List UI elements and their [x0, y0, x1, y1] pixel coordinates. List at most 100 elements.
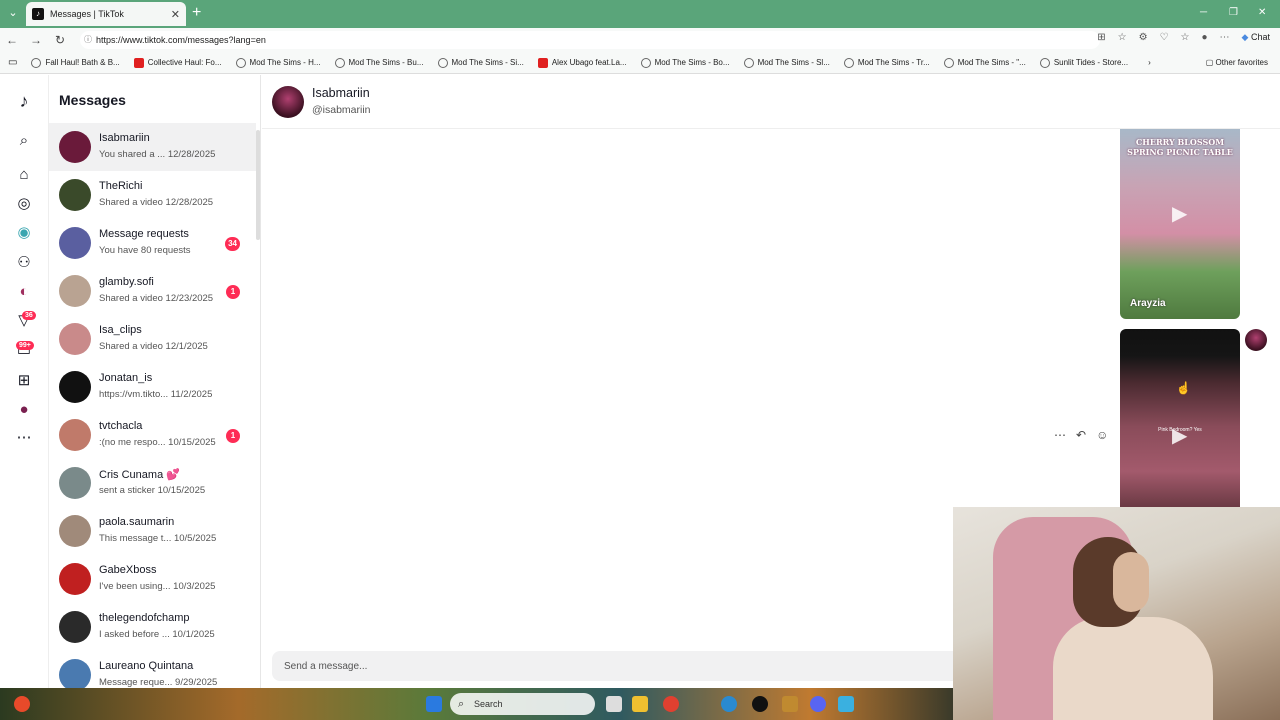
- new-tab-button[interactable]: +: [192, 5, 201, 21]
- url-field[interactable]: https://www.tiktok.com/messages?lang=en: [80, 31, 1100, 49]
- conversation-name: Message requests: [99, 228, 189, 240]
- conversation-name: paola.saumarin: [99, 516, 175, 528]
- unread-badge: 1: [226, 429, 240, 443]
- following-icon[interactable]: ⚇: [14, 253, 34, 273]
- weather-icon[interactable]: [14, 696, 30, 712]
- back-button[interactable]: ←: [0, 33, 24, 47]
- close-tab-icon[interactable]: ✕: [171, 8, 180, 21]
- obs-icon[interactable]: [752, 696, 768, 712]
- collections-icon[interactable]: ▭: [8, 57, 17, 68]
- live-icon[interactable]: ◉: [14, 223, 34, 243]
- avatar: [59, 467, 91, 499]
- profile-avatar-icon[interactable]: ●: [14, 400, 34, 420]
- refresh-button[interactable]: ↻: [48, 33, 72, 47]
- avatar: [59, 659, 91, 688]
- conversation-item[interactable]: glamby.sofi Shared a video 12/23/2025 1: [49, 267, 256, 315]
- conversation-item[interactable]: TheRichi Shared a video 12/28/2025: [49, 171, 256, 219]
- more-icon[interactable]: ⋯: [1220, 32, 1230, 43]
- conversation-item[interactable]: thelegendofchamp I asked before ... 10/1/…: [49, 603, 256, 651]
- youtube-icon: [133, 57, 144, 68]
- message-input-wrapper: [272, 651, 972, 681]
- minimize-button[interactable]: ─: [1200, 7, 1207, 18]
- messages-badge: 99+: [16, 341, 34, 350]
- webcam-overlay: [953, 507, 1280, 720]
- upload-icon[interactable]: ⊞: [14, 371, 34, 391]
- mouse-cursor-icon: ☝: [1176, 381, 1191, 395]
- profile-icon[interactable]: ●: [1202, 32, 1208, 43]
- emoji-react-icon[interactable]: ☺: [1096, 428, 1108, 442]
- bookmark-item[interactable]: Mod The Sims - H...: [235, 57, 321, 68]
- conversation-item[interactable]: GabeXboss I've been using... 10/3/2025: [49, 555, 256, 603]
- bookmark-item[interactable]: Mod The Sims - Tr...: [843, 57, 930, 68]
- explore-icon[interactable]: ◎: [14, 194, 34, 214]
- conversation-preview: Message reque... 9/29/2025: [99, 677, 218, 688]
- youtube-icon: [537, 57, 548, 68]
- sidebar-scrollbar[interactable]: [256, 130, 260, 240]
- shared-video-card[interactable]: Pink Bedroom? Yes ▶: [1120, 329, 1240, 507]
- bookmark-item[interactable]: Alex Ubago feat.La...: [537, 57, 627, 68]
- conversation-name: Jonatan_is: [99, 372, 153, 384]
- bookmark-item[interactable]: Mod The Sims - Bu...: [334, 57, 424, 68]
- tab-actions-icon[interactable]: ⌄: [4, 4, 22, 22]
- tab-messages[interactable]: ♪ Messages | TikTok ✕: [26, 2, 186, 26]
- message-input[interactable]: [272, 651, 972, 681]
- conversation-name: Laureano Quintana: [99, 660, 194, 672]
- bookmark-item[interactable]: Mod The Sims - Bo...: [640, 57, 730, 68]
- avatar: [59, 131, 91, 163]
- chevron-right-icon[interactable]: ›: [1148, 58, 1151, 67]
- conversation-item[interactable]: tvtchacla:(no me respo... 10/15/2025 1: [49, 411, 256, 459]
- more-options-icon[interactable]: ⋯: [14, 428, 34, 448]
- conversation-name: TheRichi: [99, 180, 143, 192]
- chat-contact-name[interactable]: Isabmariin: [312, 86, 370, 100]
- globe-icon: [31, 57, 42, 68]
- file-explorer-icon[interactable]: [632, 696, 648, 712]
- start-icon[interactable]: [426, 696, 442, 712]
- app-icon[interactable]: [782, 696, 798, 712]
- reply-icon[interactable]: ↶: [1076, 428, 1086, 442]
- browser-essentials-icon[interactable]: ♡: [1160, 32, 1169, 43]
- restore-button[interactable]: ❐: [1229, 7, 1238, 18]
- avatar[interactable]: [1245, 329, 1267, 351]
- forward-button[interactable]: →: [24, 33, 48, 47]
- bookmark-item[interactable]: Sunlit Tides - Store...: [1039, 57, 1128, 68]
- conversation-name: tvtchacla: [99, 420, 143, 432]
- tiktok-logo-icon[interactable]: ♪: [14, 91, 34, 111]
- browser-titlebar: ⌄ ♪ Messages | TikTok ✕ + ─ ❐ ✕: [0, 0, 1280, 28]
- conversation-item[interactable]: Cris Cunama 💕 sent a sticker 10/15/2025: [49, 459, 256, 507]
- conversation-item[interactable]: Isa_clips Shared a video 12/1/2025: [49, 315, 256, 363]
- conversation-item[interactable]: Laureano Quintana Message reque... 9/29/2…: [49, 651, 256, 688]
- search-icon[interactable]: ⌕: [14, 131, 34, 151]
- edge-icon[interactable]: [721, 696, 737, 712]
- other-favorites[interactable]: ▢ Other favorites: [1206, 58, 1268, 67]
- friends-icon[interactable]: ◐: [14, 282, 34, 302]
- chrome-icon[interactable]: [663, 696, 679, 712]
- bookmark-item[interactable]: Mod The Sims - Sl...: [743, 57, 830, 68]
- avatar[interactable]: [272, 86, 304, 118]
- conversation-item[interactable]: Jonatan_is https://vm.tikto... 11/2/2025: [49, 363, 256, 411]
- app-available-icon[interactable]: ⊞: [1097, 32, 1105, 43]
- copilot-chat-button[interactable]: ◆ Chat: [1242, 32, 1270, 43]
- avatar: [59, 371, 91, 403]
- discord-icon[interactable]: [810, 696, 826, 712]
- close-window-button[interactable]: ✕: [1258, 7, 1266, 18]
- taskbar-search[interactable]: Search: [450, 693, 595, 715]
- conversation-item[interactable]: Isabmariin You shared a ... 12/28/2025: [49, 123, 256, 171]
- bookmark-item[interactable]: Collective Haul: Fo...: [133, 57, 222, 68]
- bookmark-item[interactable]: Mod The Sims - "...: [943, 57, 1026, 68]
- conversation-item[interactable]: paola.saumarin This message t... 10/5/202…: [49, 507, 256, 555]
- conversation-preview: Shared a video 12/23/2025: [99, 293, 214, 304]
- bookmark-item[interactable]: Mod The Sims - Si...: [437, 57, 524, 68]
- extensions-icon[interactable]: ⚙: [1139, 32, 1148, 43]
- favorites-icon[interactable]: ☆: [1181, 32, 1190, 43]
- avatar: [59, 275, 91, 307]
- task-view-icon[interactable]: [606, 696, 622, 712]
- conversation-item[interactable]: Message requests You have 80 requests 34: [49, 219, 256, 267]
- bookmark-item[interactable]: Fall Haul! Bath & B...: [31, 57, 120, 68]
- favorite-star-icon[interactable]: ☆: [1118, 32, 1127, 43]
- shared-video-card[interactable]: CHERRY BLOSSOM SPRING PICNIC TABLE ▶ Ara…: [1120, 129, 1240, 319]
- notes-icon[interactable]: [838, 696, 854, 712]
- home-icon[interactable]: ⌂: [14, 165, 34, 185]
- copilot-icon: ◆: [1241, 32, 1249, 42]
- avatar: [59, 227, 91, 259]
- more-icon[interactable]: ⋯: [1054, 428, 1066, 442]
